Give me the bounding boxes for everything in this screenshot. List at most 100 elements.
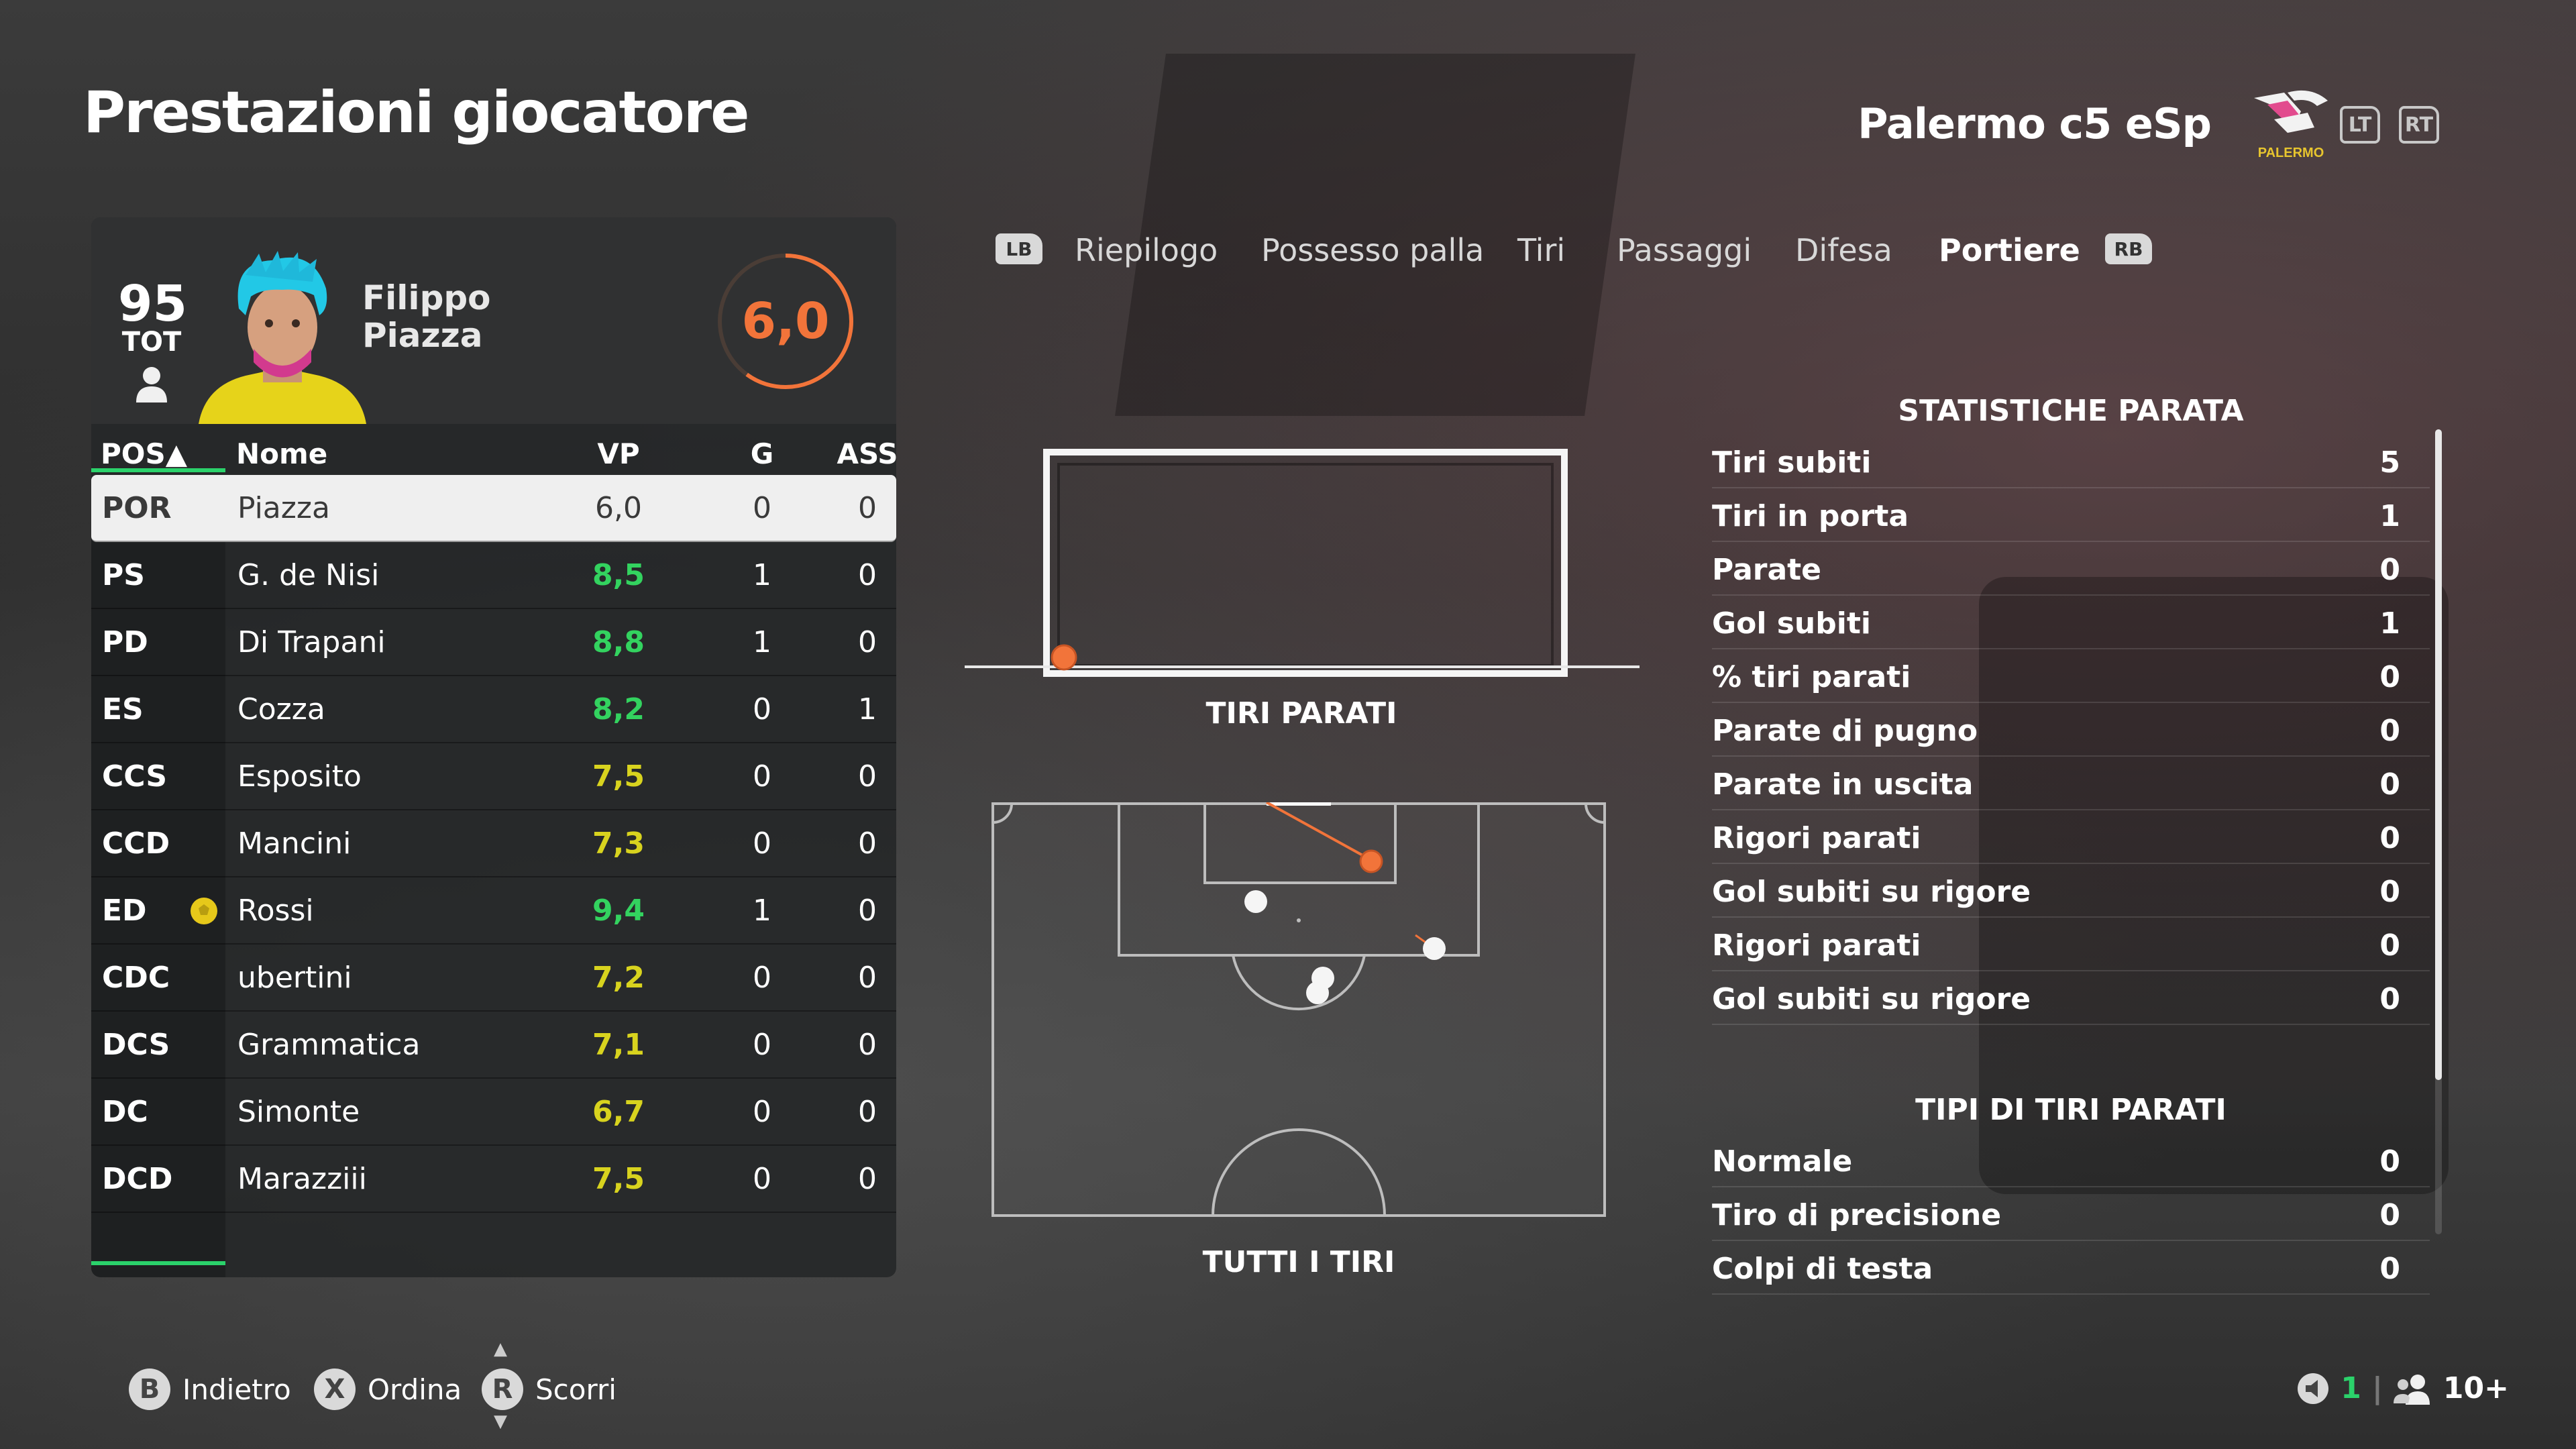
- row-goals: 0: [753, 491, 771, 525]
- tab-passaggi[interactable]: Passaggi: [1617, 232, 1752, 268]
- goal-net: [1057, 463, 1554, 667]
- table-row[interactable]: POR Piazza 6,0 0 0: [91, 475, 896, 542]
- status-count: 1: [2341, 1371, 2361, 1405]
- stat-label: Gol subiti su rigore: [1712, 875, 2031, 909]
- lb-button[interactable]: LB: [996, 233, 1042, 264]
- column-header-ass[interactable]: ASS: [830, 437, 896, 470]
- stat-label: Rigori parati: [1712, 928, 1921, 963]
- stats-scrollbar-thumb[interactable]: [2435, 429, 2442, 1080]
- stat-value: 0: [2379, 767, 2400, 802]
- back-action[interactable]: B Indietro: [129, 1368, 291, 1410]
- stat-value: 0: [2379, 982, 2400, 1016]
- sort-action[interactable]: X Ordina: [314, 1368, 462, 1410]
- tab-possesso-palla[interactable]: Possesso palla: [1261, 232, 1484, 268]
- section-title-save-stats: STATISTICHE PARATA: [1898, 394, 2244, 428]
- column-header-name[interactable]: Nome: [236, 437, 327, 470]
- shot-marker: [1423, 937, 1446, 960]
- club-logo-text: PALERMO: [2258, 146, 2324, 160]
- stat-label: Normale: [1712, 1144, 1853, 1179]
- row-name: Mancini: [237, 826, 352, 861]
- rt-button[interactable]: RT: [2399, 106, 2439, 144]
- sort-indicator: [91, 468, 225, 472]
- rb-button[interactable]: RB: [2105, 233, 2152, 264]
- row-goals: 1: [753, 558, 771, 592]
- online-status: 1 | 10+: [2296, 1371, 2509, 1405]
- stat-row: Tiri subiti 5: [1712, 435, 2430, 488]
- tab-portiere[interactable]: Portiere: [1939, 232, 2080, 268]
- stick-down-arrow: ▼: [494, 1411, 507, 1432]
- player-last-name: Piazza: [362, 316, 483, 355]
- team-name: Palermo c5 eSp: [1858, 99, 2212, 148]
- row-name: ubertini: [237, 961, 352, 995]
- overall-label: TOT: [121, 327, 182, 358]
- table-row[interactable]: PD Di Trapani 8,8 1 0: [91, 609, 896, 676]
- row-assists: 0: [858, 1162, 877, 1196]
- stat-row: Parate 0: [1712, 542, 2430, 596]
- row-position: CCD: [102, 826, 170, 861]
- row-vp: 8,5: [592, 558, 645, 592]
- table-row[interactable]: CCS Esposito 7,5 0 0: [91, 743, 896, 810]
- tab-difesa[interactable]: Difesa: [1795, 232, 1892, 268]
- row-name: Marazziii: [237, 1162, 367, 1196]
- shot-map-pitch: [991, 802, 1606, 1217]
- column-header-vp[interactable]: VP: [572, 437, 665, 470]
- row-vp: 8,8: [592, 625, 645, 659]
- row-position: DCD: [102, 1162, 173, 1196]
- table-row[interactable]: CDC ubertini 7,2 0 0: [91, 945, 896, 1012]
- tab-riepilogo[interactable]: Riepilogo: [1075, 232, 1218, 268]
- row-assists: 1: [858, 692, 877, 727]
- row-goals: 0: [753, 1028, 771, 1062]
- column-header-pos[interactable]: POS▲: [101, 437, 187, 470]
- scroll-label: Scorri: [535, 1373, 616, 1406]
- table-row[interactable]: ES Cozza 8,2 0 1: [91, 676, 896, 743]
- column-header-g[interactable]: G: [735, 437, 789, 470]
- row-goals: 0: [753, 961, 771, 995]
- shot-marker: [1244, 890, 1267, 913]
- table-row[interactable]: DCS Grammatica 7,1 0 0: [91, 1012, 896, 1079]
- stat-row: Gol subiti su rigore 0: [1712, 971, 2430, 1025]
- scroll-action[interactable]: ▲ R ▼ Scorri: [482, 1339, 616, 1432]
- stat-row: Colpi di testa 0: [1712, 1241, 2430, 1295]
- stick-up-arrow: ▲: [494, 1339, 507, 1359]
- row-position: DCS: [102, 1028, 170, 1062]
- players-count: 10+: [2443, 1371, 2509, 1405]
- row-name: Cozza: [237, 692, 325, 727]
- row-assists: 0: [858, 1095, 877, 1129]
- stat-label: Tiri subiti: [1712, 445, 1872, 480]
- player-stats-panel: 95 TOT Filippo Piazza 6,0 POS▲ Nome VP G…: [91, 217, 896, 1277]
- stat-row: Rigori parati 0: [1712, 918, 2430, 971]
- stat-row: Parate in uscita 0: [1712, 757, 2430, 810]
- stat-value: 0: [2379, 875, 2400, 909]
- row-position: ES: [102, 692, 144, 727]
- row-assists: 0: [858, 558, 877, 592]
- right-stick-icon: ▲ R ▼: [482, 1339, 535, 1432]
- stat-label: Colpi di testa: [1712, 1252, 1933, 1286]
- row-name: Piazza: [237, 491, 330, 525]
- tab-tiri[interactable]: Tiri: [1517, 232, 1565, 268]
- lt-button[interactable]: LT: [2340, 106, 2380, 144]
- stat-value: 0: [2379, 1198, 2400, 1232]
- table-footer-indicator: [91, 1261, 225, 1265]
- row-position: CDC: [102, 961, 170, 995]
- stat-value: 0: [2379, 1144, 2400, 1179]
- table-row[interactable]: DC Simonte 6,7 0 0: [91, 1079, 896, 1146]
- row-position: PD: [102, 625, 148, 659]
- row-vp: 8,2: [592, 692, 645, 727]
- table-row[interactable]: CCD Mancini 7,3 0 0: [91, 810, 896, 877]
- row-goals: 1: [753, 894, 771, 928]
- row-goals: 0: [753, 759, 771, 794]
- stat-value: 0: [2379, 821, 2400, 855]
- player-portrait: [199, 251, 366, 424]
- table-row[interactable]: DCD Marazziii 7,5 0 0: [91, 1146, 896, 1213]
- table-row[interactable]: PS G. de Nisi 8,5 1 0: [91, 542, 896, 609]
- table-row[interactable]: ED Rossi 9,4 1 0: [91, 877, 896, 945]
- row-goals: 1: [753, 625, 771, 659]
- row-vp: 7,1: [592, 1028, 645, 1062]
- section-title-save-types: TIPI DI TIRI PARATI: [1915, 1093, 2226, 1127]
- b-button-icon: B: [129, 1368, 170, 1410]
- stat-value: 1: [2379, 499, 2400, 533]
- overall-rating: 95: [118, 275, 187, 333]
- saved-shots-label: TIRI PARATI: [1205, 696, 1397, 731]
- shot-marker: [1306, 981, 1329, 1004]
- row-name: Di Trapani: [237, 625, 386, 659]
